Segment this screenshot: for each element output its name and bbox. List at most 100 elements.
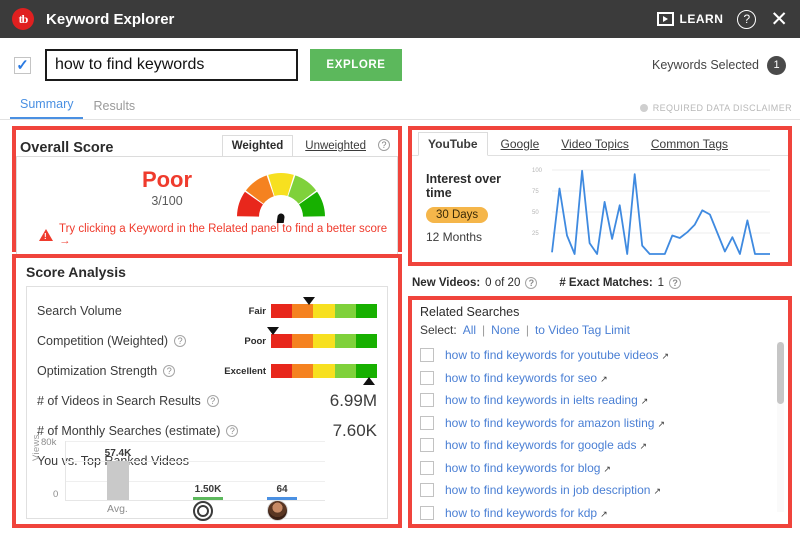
keyword-checkbox[interactable] xyxy=(14,56,31,74)
related-search-label[interactable]: how to find keywords in ielts reading ↗ xyxy=(445,393,648,407)
select-all-link[interactable]: All xyxy=(463,323,476,337)
row-value: 6.99M xyxy=(329,391,377,410)
range-12-months[interactable]: 12 Months xyxy=(426,230,528,244)
close-icon[interactable]: ✕ xyxy=(770,9,788,30)
related-search-item[interactable]: how to find keywords for kdp ↗ xyxy=(420,502,780,525)
row-meter: Excellent xyxy=(214,364,378,385)
meter-needle-icon xyxy=(362,377,375,385)
related-search-checkbox[interactable] xyxy=(420,393,434,408)
external-link-icon[interactable]: ↗ xyxy=(600,374,608,384)
score-analysis-rows: Search Volume Fair Competition (Weighted)?… xyxy=(26,286,388,521)
svg-text:50: 50 xyxy=(532,210,539,216)
youtube-tab-google[interactable]: Google xyxy=(492,133,549,155)
row-label-text: Optimization Strength xyxy=(37,364,158,378)
keywords-selected-label: Keywords Selected xyxy=(651,58,759,72)
external-link-icon[interactable]: ↗ xyxy=(661,351,669,361)
external-link-icon[interactable]: ↗ xyxy=(603,464,611,474)
meter-segment xyxy=(355,334,378,348)
weighted-tab[interactable]: Weighted xyxy=(221,135,294,156)
views-bar-column: 57.4K xyxy=(94,448,142,500)
related-search-checkbox[interactable] xyxy=(420,348,434,363)
related-searches-scrollbar[interactable] xyxy=(777,342,784,512)
keyword-explorer-window: tb Keyword Explorer LEARN ? ✕ EXPLORE Ke… xyxy=(0,0,800,541)
related-search-label[interactable]: how to find keywords for seo ↗ xyxy=(445,371,608,385)
related-search-item[interactable]: how to find keywords in job description ↗ xyxy=(420,479,780,502)
score-analysis-row: Competition (Weighted)? Poor xyxy=(37,326,378,356)
youtube-panel-body: Interest over time 30 Days 12 Months 25 5… xyxy=(412,156,788,261)
related-search-label[interactable]: how to find keywords for kdp ↗ xyxy=(445,506,608,520)
related-search-item[interactable]: how to find keywords for seo ↗ xyxy=(420,367,780,390)
overall-score-title: Overall Score xyxy=(20,140,114,156)
scrollbar-thumb[interactable] xyxy=(777,342,784,404)
row-help-icon[interactable]: ? xyxy=(163,365,176,377)
svg-text:75: 75 xyxy=(532,189,539,195)
external-link-icon[interactable]: ↗ xyxy=(600,509,608,519)
exact-matches-help-icon[interactable]: ? xyxy=(669,277,682,289)
youtube-source-tabs: YouTube Google Video Topics Common Tags xyxy=(412,130,788,156)
meter-segment xyxy=(355,364,378,378)
meter-rating: Poor xyxy=(244,335,266,347)
row-help-icon[interactable]: ? xyxy=(206,395,219,407)
row-help-icon[interactable]: ? xyxy=(174,335,187,347)
meter-rating: Excellent xyxy=(224,365,266,377)
select-to-video-tag-limit-link[interactable]: to Video Tag Limit xyxy=(535,323,630,337)
related-search-item[interactable]: how to find keywords for youtube videos ↗ xyxy=(420,344,780,367)
meter-bar xyxy=(271,364,378,385)
views-bar-value: 64 xyxy=(276,484,288,495)
external-link-icon[interactable]: ↗ xyxy=(639,441,647,451)
related-search-checkbox[interactable] xyxy=(420,460,434,475)
related-search-label[interactable]: how to find keywords in job description ↗ xyxy=(445,483,661,497)
range-30-days[interactable]: 30 Days xyxy=(426,207,489,223)
explore-button[interactable]: EXPLORE xyxy=(310,49,402,81)
youtube-tab-common-tags[interactable]: Common Tags xyxy=(642,133,737,155)
related-search-checkbox[interactable] xyxy=(420,415,434,430)
new-videos-help-icon[interactable]: ? xyxy=(525,277,538,289)
tab-summary[interactable]: Summary xyxy=(10,97,84,119)
row-label: # of Videos in Search Results? xyxy=(37,394,219,408)
related-search-checkbox[interactable] xyxy=(420,370,434,385)
learn-button[interactable]: LEARN xyxy=(656,12,724,26)
related-search-item[interactable]: how to find keywords in ielts reading ↗ xyxy=(420,389,780,412)
related-search-label[interactable]: how to find keywords for google ads ↗ xyxy=(445,438,647,452)
related-search-item[interactable]: how to find keywords for blog ↗ xyxy=(420,457,780,480)
views-avg-label: Avg. xyxy=(107,503,128,515)
row-label-text: # of Monthly Searches (estimate) xyxy=(37,424,221,438)
help-icon[interactable]: ? xyxy=(737,9,757,29)
info-dot-icon xyxy=(639,104,648,112)
select-none-link[interactable]: None xyxy=(491,323,520,337)
external-link-icon[interactable]: ↗ xyxy=(657,419,665,429)
related-search-label[interactable]: how to find keywords for youtube videos ↗ xyxy=(445,348,669,362)
score-analysis-panel: Score Analysis Search Volume Fair Competit… xyxy=(12,254,402,528)
related-search-checkbox[interactable] xyxy=(420,483,434,498)
related-search-label[interactable]: how to find keywords for blog ↗ xyxy=(445,461,611,475)
select-separator-2: | xyxy=(525,323,529,337)
unweighted-tab[interactable]: Unweighted xyxy=(305,140,366,156)
related-search-item[interactable]: how to find keywords for google ads ↗ xyxy=(420,434,780,457)
related-search-checkbox[interactable] xyxy=(420,438,434,453)
meter-bar xyxy=(271,297,378,318)
new-videos-value: 0 of 20 xyxy=(485,277,521,289)
meter-segment xyxy=(271,364,293,378)
gridline xyxy=(66,441,325,442)
related-search-label[interactable]: how to find keywords for amazon listing ↗ xyxy=(445,416,665,430)
search-input[interactable] xyxy=(45,49,298,81)
meter-segment xyxy=(313,304,335,318)
tab-results[interactable]: Results xyxy=(83,99,145,119)
related-search-checkbox[interactable] xyxy=(420,505,434,520)
disclaimer-label: REQUIRED DATA DISCLAIMER xyxy=(652,103,792,113)
row-meter: Fair xyxy=(214,297,378,318)
youtube-tab-video-topics[interactable]: Video Topics xyxy=(552,133,638,155)
meter-segment xyxy=(334,304,356,318)
row-meter: Poor xyxy=(214,327,378,348)
interest-line-chart: 25 50 75 100 xyxy=(528,156,788,261)
overall-score-panel: Overall Score Weighted Unweighted ? Poor… xyxy=(12,126,402,261)
data-disclaimer[interactable]: REQUIRED DATA DISCLAIMER xyxy=(639,103,800,119)
youtube-tab-youtube[interactable]: YouTube xyxy=(418,132,488,156)
related-search-item[interactable]: how to find keywords for amazon listing ↗ xyxy=(420,412,780,435)
views-plot-area: 57.4K 1.50K 64 xyxy=(65,441,325,501)
external-link-icon[interactable]: ↗ xyxy=(641,396,649,406)
overall-score-help-icon[interactable]: ? xyxy=(378,139,390,151)
row-help-icon[interactable]: ? xyxy=(226,425,239,437)
video-play-icon xyxy=(656,12,674,26)
external-link-icon[interactable]: ↗ xyxy=(653,486,661,496)
